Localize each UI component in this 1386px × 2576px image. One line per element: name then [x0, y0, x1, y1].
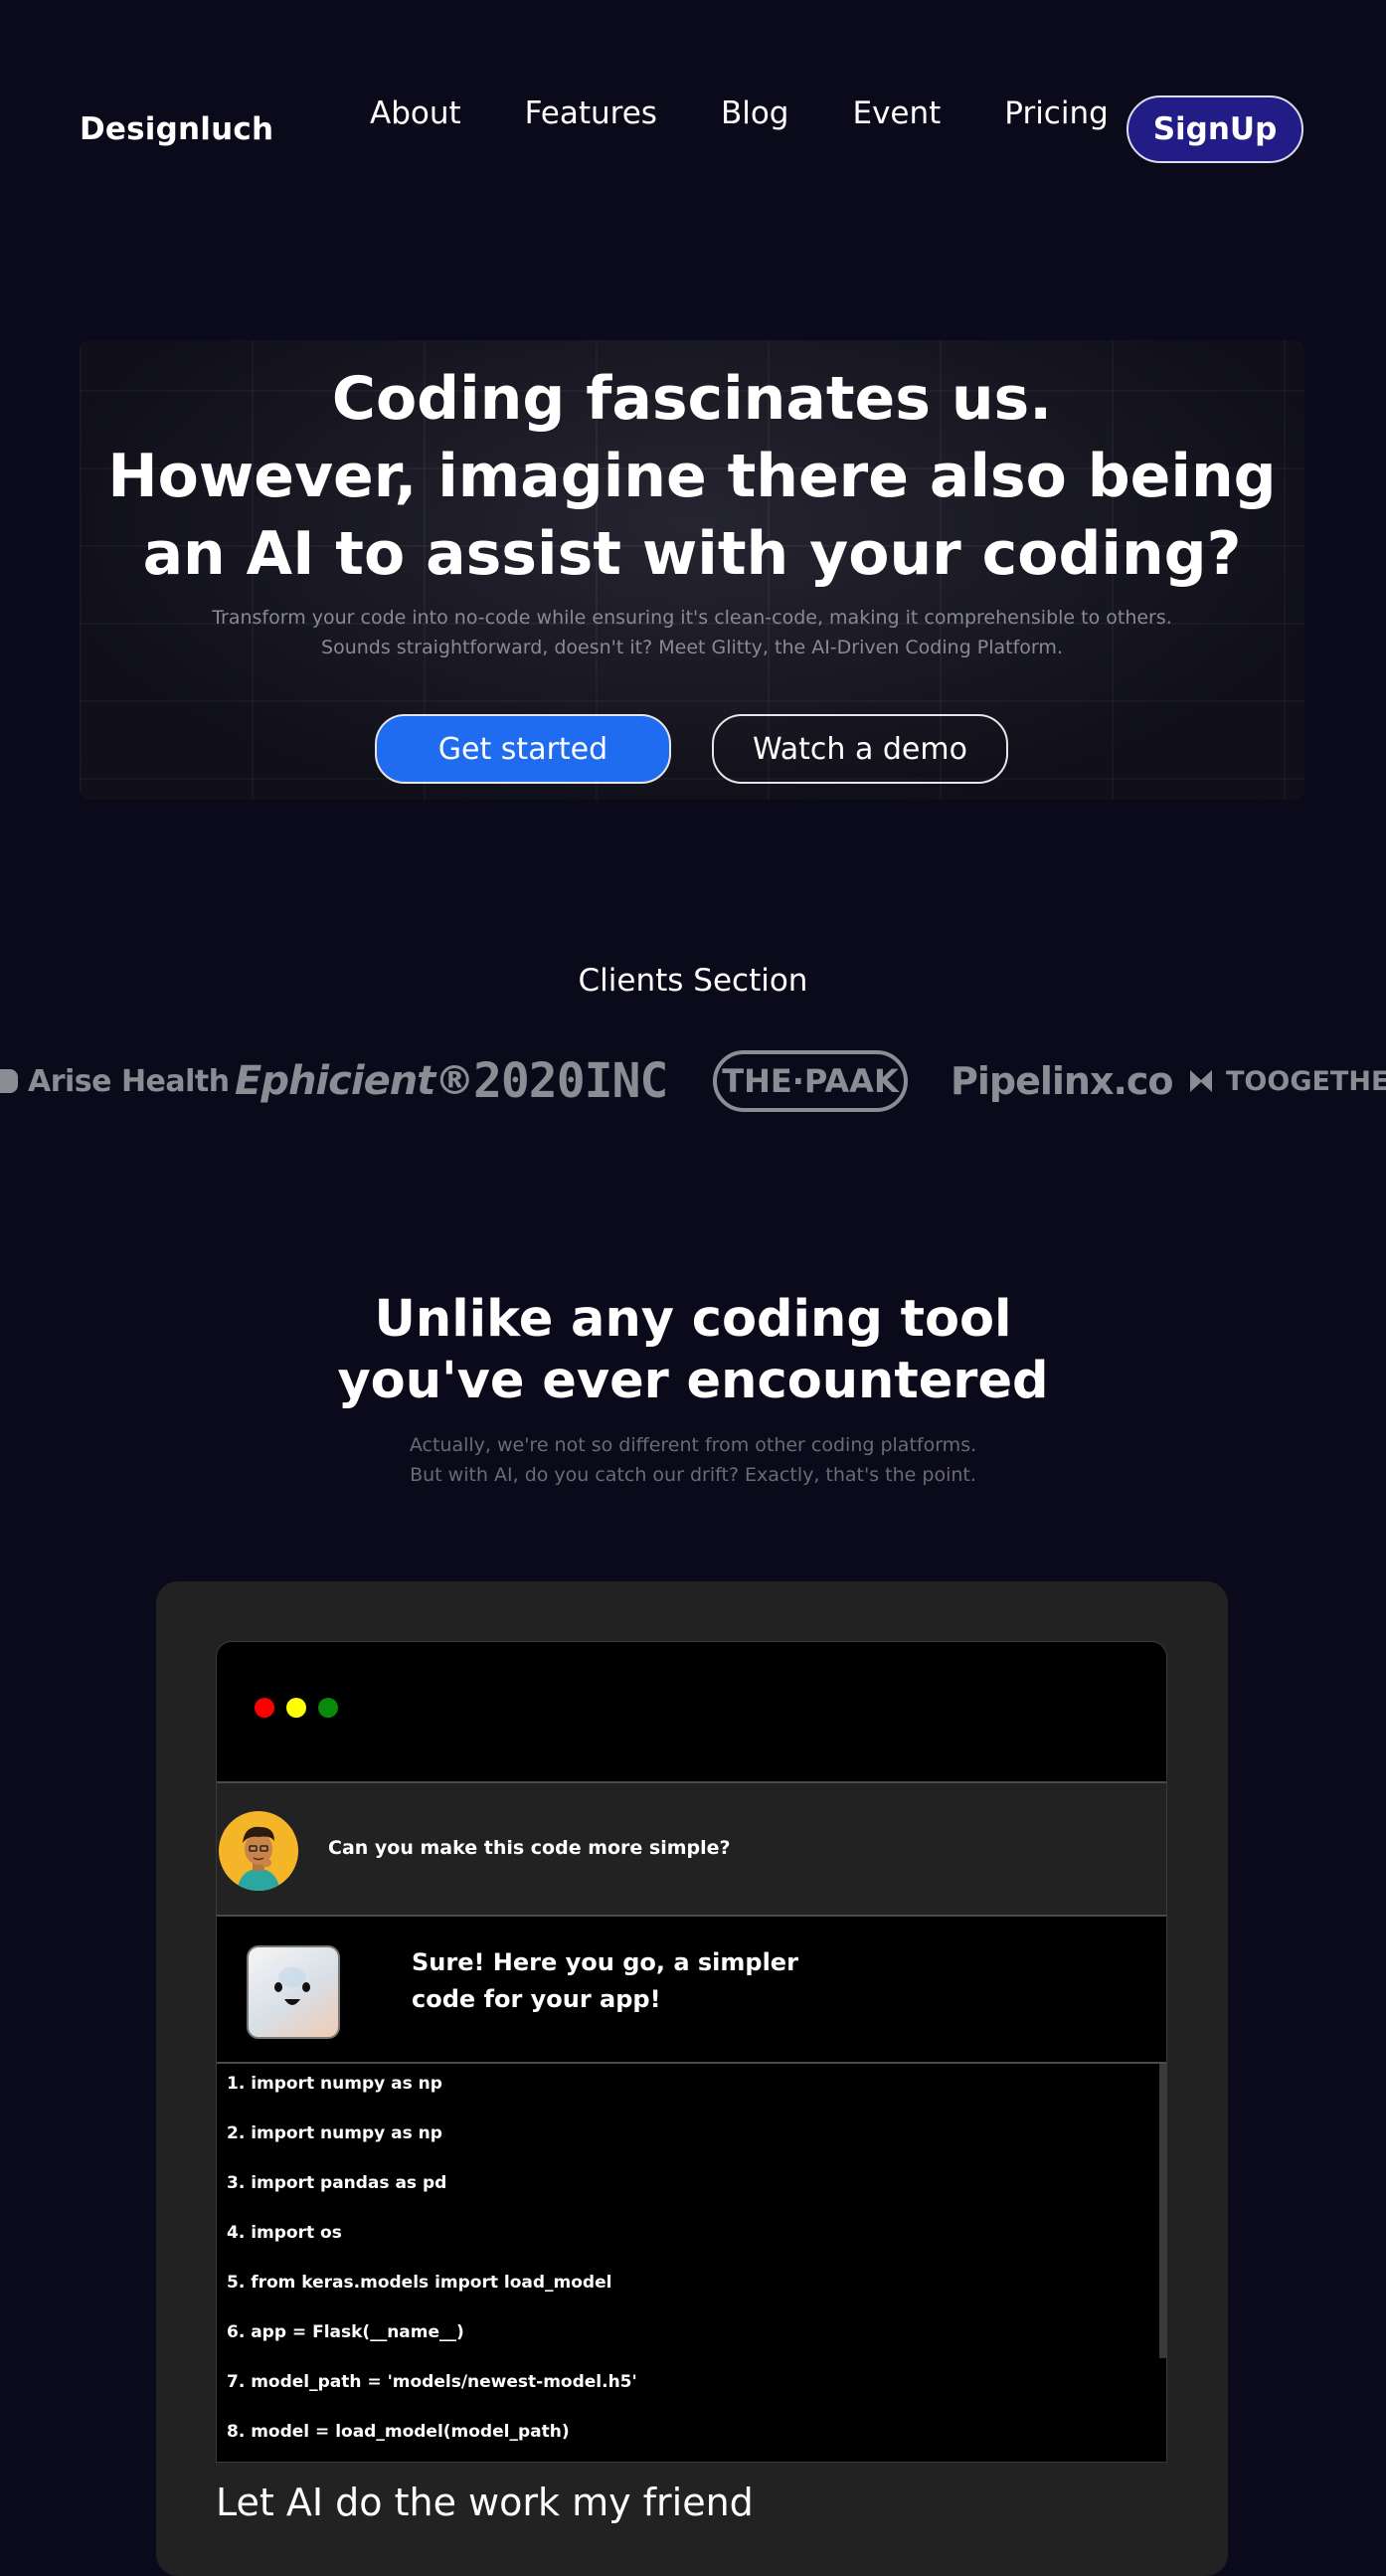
- hero-subtitle: Transform your code into no-code while e…: [80, 603, 1304, 662]
- client-logo-text: 2020INC: [473, 1053, 668, 1109]
- nav-link-blog[interactable]: Blog: [689, 95, 821, 131]
- maximize-dot-icon[interactable]: [318, 1698, 338, 1718]
- client-logo-pipelinx: Pipelinx.co: [951, 1046, 1174, 1116]
- chat-window: Can you make this code more simple? Sure…: [216, 1641, 1167, 2463]
- client-logo-the-paak: THE·PAAK: [713, 1050, 908, 1112]
- nav-links: About Features Blog Event Pricing: [338, 95, 1140, 131]
- toogether-icon: [1190, 1070, 1212, 1092]
- code-line: 3. import pandas as pd: [227, 2173, 447, 2193]
- code-line: 8. model = load_model(model_path): [227, 2422, 570, 2442]
- client-logos: Arise Health Ephicient® 2020INC THE·PAAK…: [0, 1046, 1386, 1116]
- close-dot-icon[interactable]: [255, 1698, 274, 1718]
- client-logo-text: TOOGETHER: [1226, 1065, 1386, 1097]
- hero-subtitle-line: Sounds straightforward, doesn't it? Meet…: [321, 637, 1063, 658]
- code-scrollbar[interactable]: [1159, 2064, 1166, 2358]
- brand-logo[interactable]: Designluch: [80, 111, 273, 147]
- code-line: 6. app = Flask(__name__): [227, 2322, 464, 2342]
- code-block[interactable]: 1. import numpy as np 2. import numpy as…: [217, 2064, 1166, 2462]
- watch-demo-button[interactable]: Watch a demo: [712, 714, 1008, 784]
- get-started-button[interactable]: Get started: [375, 714, 671, 784]
- client-logo-text: Pipelinx.co: [951, 1059, 1174, 1103]
- hero-title-line: Coding fascinates us.: [331, 364, 1053, 434]
- hero-title-line: However, imagine there also being: [107, 442, 1277, 511]
- code-line: 2. import numpy as np: [227, 2123, 442, 2143]
- features-title: Unlike any coding tool you've ever encou…: [0, 1289, 1386, 1412]
- ai-message: Sure! Here you go, a simpler code for yo…: [217, 1917, 1166, 2064]
- features-subtitle: Actually, we're not so different from ot…: [0, 1430, 1386, 1490]
- client-logo-arise-health: Arise Health: [0, 1046, 230, 1116]
- code-line: 4. import os: [227, 2223, 342, 2243]
- hero-title: Coding fascinates us. However, imagine t…: [80, 360, 1304, 593]
- minimize-dot-icon[interactable]: [286, 1698, 306, 1718]
- client-logo-text: THE·PAAK: [722, 1062, 899, 1100]
- code-line: 7. model_path = 'models/newest-model.h5': [227, 2372, 637, 2392]
- client-logo-text: Ephicient®: [235, 1058, 474, 1104]
- user-message: Can you make this code more simple?: [217, 1781, 1166, 1917]
- ai-message-text: Sure! Here you go, a simpler code for yo…: [412, 1948, 798, 2013]
- hero-section: Coding fascinates us. However, imagine t…: [80, 340, 1304, 800]
- nav-link-event[interactable]: Event: [820, 95, 972, 131]
- user-message-text: Can you make this code more simple?: [328, 1837, 731, 1859]
- window-controls: [255, 1698, 338, 1718]
- features-title-line: you've ever encountered: [337, 1352, 1049, 1410]
- user-avatar-icon: [219, 1811, 298, 1891]
- hero-subtitle-line: Transform your code into no-code while e…: [212, 607, 1172, 629]
- client-logo-toogether: TOOGETHER: [1188, 1046, 1386, 1116]
- code-line: 5. from keras.models import load_model: [227, 2273, 612, 2293]
- nav-link-about[interactable]: About: [338, 95, 493, 131]
- user-avatar: [219, 1811, 298, 1891]
- clients-section-title: Clients Section: [578, 963, 808, 999]
- nav-link-features[interactable]: Features: [493, 95, 689, 131]
- features-title-line: Unlike any coding tool: [374, 1290, 1012, 1349]
- ai-robot-icon: [274, 1967, 310, 2005]
- feature-card-footer: Let AI do the work my friend: [216, 2481, 754, 2524]
- top-navigation: Designluch About Features Blog Event Pri…: [0, 0, 1386, 199]
- client-logo-ephicient: Ephicient®: [235, 1046, 474, 1116]
- feature-card: Can you make this code more simple? Sure…: [156, 1581, 1228, 2576]
- client-logo-2020inc: 2020INC: [473, 1046, 668, 1116]
- client-logo-text: Arise Health: [28, 1063, 230, 1099]
- arise-health-icon: [0, 1069, 18, 1093]
- nav-link-pricing[interactable]: Pricing: [972, 95, 1140, 131]
- hero-title-line: an AI to assist with your coding?: [142, 519, 1242, 589]
- features-subtitle-line: But with AI, do you catch our drift? Exa…: [410, 1464, 976, 1486]
- signup-button[interactable]: SignUp: [1126, 95, 1303, 163]
- ai-avatar: [247, 1945, 340, 2039]
- features-subtitle-line: Actually, we're not so different from ot…: [409, 1434, 977, 1456]
- code-line: 1. import numpy as np: [227, 2074, 442, 2094]
